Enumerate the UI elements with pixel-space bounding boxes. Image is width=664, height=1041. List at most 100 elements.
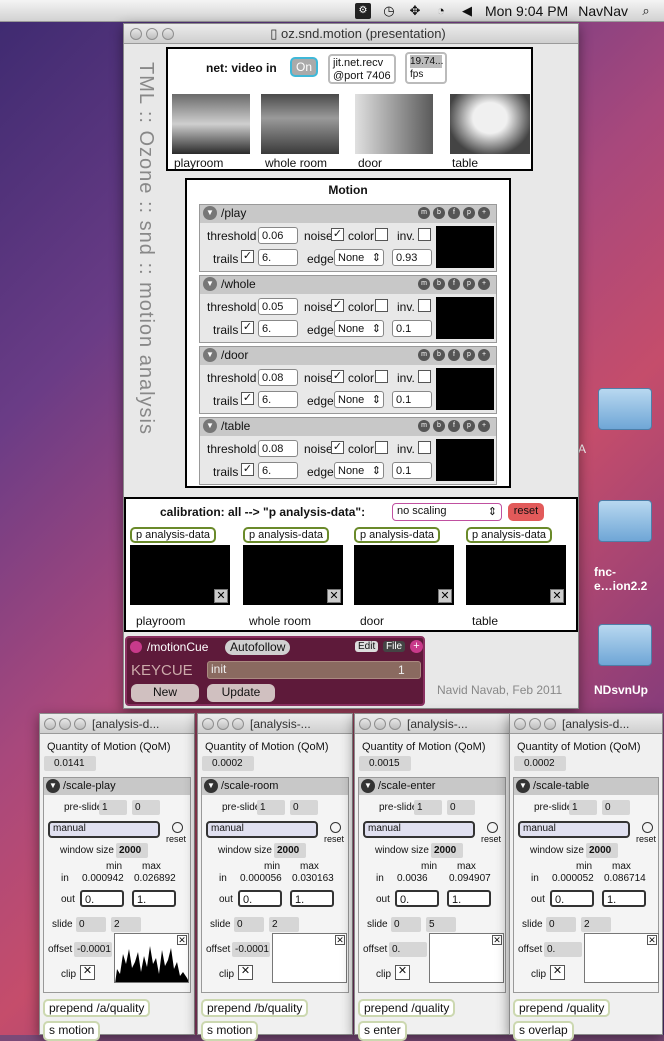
section-button-f[interactable]: f bbox=[448, 207, 460, 219]
minimize-icon[interactable] bbox=[374, 717, 386, 730]
out-max-input[interactable]: 1. bbox=[447, 890, 491, 907]
slide-1[interactable]: 0 bbox=[76, 917, 106, 932]
close-graph-icon[interactable]: ✕ bbox=[492, 935, 502, 945]
slide-2[interactable]: 2 bbox=[269, 917, 299, 932]
send-object[interactable]: s motion bbox=[201, 1021, 259, 1041]
threshold-input[interactable]: 0.08 bbox=[258, 369, 298, 386]
init-field[interactable]: init 1 bbox=[207, 661, 421, 679]
manual-menu[interactable]: manual bbox=[206, 821, 318, 838]
prepend-message[interactable]: prepend /a/quality bbox=[43, 999, 151, 1017]
reset-radio[interactable] bbox=[487, 822, 498, 833]
collapse-icon[interactable]: ▼ bbox=[516, 779, 530, 793]
close-icon[interactable] bbox=[130, 27, 142, 40]
threshold-input[interactable]: 0.06 bbox=[258, 227, 298, 244]
trails-input[interactable]: 6. bbox=[258, 249, 298, 266]
slide-1[interactable]: 0 bbox=[546, 917, 576, 932]
trails-checkbox[interactable]: ✓ bbox=[241, 321, 254, 334]
qom-value[interactable]: 0.0141 bbox=[44, 756, 96, 771]
collapse-icon[interactable]: ▼ bbox=[204, 779, 218, 793]
send-object[interactable]: s overlap bbox=[513, 1021, 574, 1041]
zoom-icon[interactable] bbox=[544, 717, 556, 730]
zoom-icon[interactable] bbox=[162, 27, 174, 40]
slide-2[interactable]: 2 bbox=[581, 917, 611, 932]
reset-radio[interactable] bbox=[642, 822, 653, 833]
spotlight-search-icon[interactable]: ⌕ bbox=[638, 3, 654, 19]
time-machine-icon[interactable]: ◷ bbox=[381, 3, 397, 19]
volume-icon[interactable]: ◀ bbox=[459, 3, 475, 19]
slide-1[interactable]: 0 bbox=[234, 917, 264, 932]
qom-value[interactable]: 0.0015 bbox=[359, 756, 411, 771]
out-max-input[interactable]: 1. bbox=[602, 890, 646, 907]
offset-value[interactable]: -0.0001 bbox=[232, 942, 270, 957]
section-button-add[interactable]: + bbox=[478, 278, 490, 290]
wifi-icon[interactable]: ◔ bbox=[433, 3, 449, 19]
window-size-value[interactable]: 2000 bbox=[431, 843, 463, 858]
close-icon[interactable] bbox=[202, 717, 214, 730]
slide-2[interactable]: 5 bbox=[426, 917, 456, 932]
color-checkbox[interactable] bbox=[375, 441, 388, 454]
edge-menu[interactable]: None ⇕ bbox=[334, 320, 384, 337]
trails-checkbox[interactable]: ✓ bbox=[241, 463, 254, 476]
section-button-f[interactable]: f bbox=[448, 420, 460, 432]
close-scope-icon[interactable]: ✕ bbox=[214, 589, 228, 603]
section-button-f[interactable]: f bbox=[448, 278, 460, 290]
section-button-m[interactable]: m bbox=[418, 420, 430, 432]
noise-checkbox[interactable]: ✓ bbox=[331, 370, 344, 383]
analysis-data-tag[interactable]: p analysis-data bbox=[130, 527, 216, 543]
preslide-1[interactable]: 1 bbox=[99, 800, 127, 815]
inv-checkbox[interactable] bbox=[418, 228, 431, 241]
offset-value[interactable]: 0. bbox=[544, 942, 582, 957]
section-button-b[interactable]: b bbox=[433, 420, 445, 432]
preslide-2[interactable]: 0 bbox=[447, 800, 475, 815]
noise-checkbox[interactable]: ✓ bbox=[331, 441, 344, 454]
section-button-f[interactable]: f bbox=[448, 349, 460, 361]
edge-menu[interactable]: None ⇕ bbox=[334, 391, 384, 408]
collapse-icon[interactable]: ▼ bbox=[203, 277, 217, 291]
out-min-input[interactable]: 0. bbox=[395, 890, 439, 907]
color-checkbox[interactable] bbox=[375, 370, 388, 383]
section-button-b[interactable]: b bbox=[433, 278, 445, 290]
video-toggle[interactable]: On bbox=[290, 57, 318, 77]
analysis-data-tag[interactable]: p analysis-data bbox=[466, 527, 552, 543]
collapse-icon[interactable]: ▼ bbox=[46, 779, 60, 793]
close-scope-icon[interactable]: ✕ bbox=[550, 589, 564, 603]
move-icon[interactable]: ✥ bbox=[407, 3, 423, 19]
autofollow-toggle[interactable]: Autofollow bbox=[225, 640, 291, 655]
edit-button[interactable]: Edit bbox=[355, 641, 379, 652]
section-button-b[interactable]: b bbox=[433, 349, 445, 361]
collapse-icon[interactable]: ▼ bbox=[203, 206, 217, 220]
section-button-m[interactable]: m bbox=[418, 349, 430, 361]
add-icon[interactable]: + bbox=[410, 640, 423, 653]
out-min-input[interactable]: 0. bbox=[238, 890, 282, 907]
preslide-1[interactable]: 1 bbox=[569, 800, 597, 815]
jit-net-recv[interactable]: jit.net.recv @port 7406 bbox=[328, 54, 396, 84]
section-button-b[interactable]: b bbox=[433, 207, 445, 219]
clip-checkbox[interactable]: ✕ bbox=[550, 965, 565, 980]
folder-icon[interactable] bbox=[598, 624, 652, 666]
new-button[interactable]: New bbox=[131, 684, 199, 702]
prepend-message[interactable]: prepend /quality bbox=[513, 999, 611, 1017]
analysis-titlebar[interactable]: [analysis-d... bbox=[40, 714, 194, 734]
analysis-titlebar[interactable]: [analysis-... bbox=[198, 714, 352, 734]
manual-menu[interactable]: manual bbox=[48, 821, 160, 838]
prepend-message[interactable]: prepend /quality bbox=[358, 999, 456, 1017]
zoom-icon[interactable] bbox=[232, 717, 244, 730]
out-max-input[interactable]: 1. bbox=[290, 890, 334, 907]
close-graph-icon[interactable]: ✕ bbox=[335, 935, 345, 945]
trails-checkbox[interactable]: ✓ bbox=[241, 392, 254, 405]
analysis-data-tag[interactable]: p analysis-data bbox=[243, 527, 329, 543]
threshold-input[interactable]: 0.08 bbox=[258, 440, 298, 457]
analysis-data-tag[interactable]: p analysis-data bbox=[354, 527, 440, 543]
trails-input[interactable]: 6. bbox=[258, 462, 298, 479]
clip-checkbox[interactable]: ✕ bbox=[238, 965, 253, 980]
inv-checkbox[interactable] bbox=[418, 441, 431, 454]
section-button-p[interactable]: p bbox=[463, 349, 475, 361]
preslide-2[interactable]: 0 bbox=[602, 800, 630, 815]
analysis-titlebar[interactable]: [analysis-... bbox=[355, 714, 509, 734]
edge-value-input[interactable]: 0.1 bbox=[392, 320, 432, 337]
collapse-icon[interactable]: ▼ bbox=[361, 779, 375, 793]
folder-icon[interactable] bbox=[598, 388, 652, 430]
color-checkbox[interactable] bbox=[375, 299, 388, 312]
qom-value[interactable]: 0.0002 bbox=[514, 756, 566, 771]
collapse-icon[interactable]: ▼ bbox=[203, 419, 217, 433]
